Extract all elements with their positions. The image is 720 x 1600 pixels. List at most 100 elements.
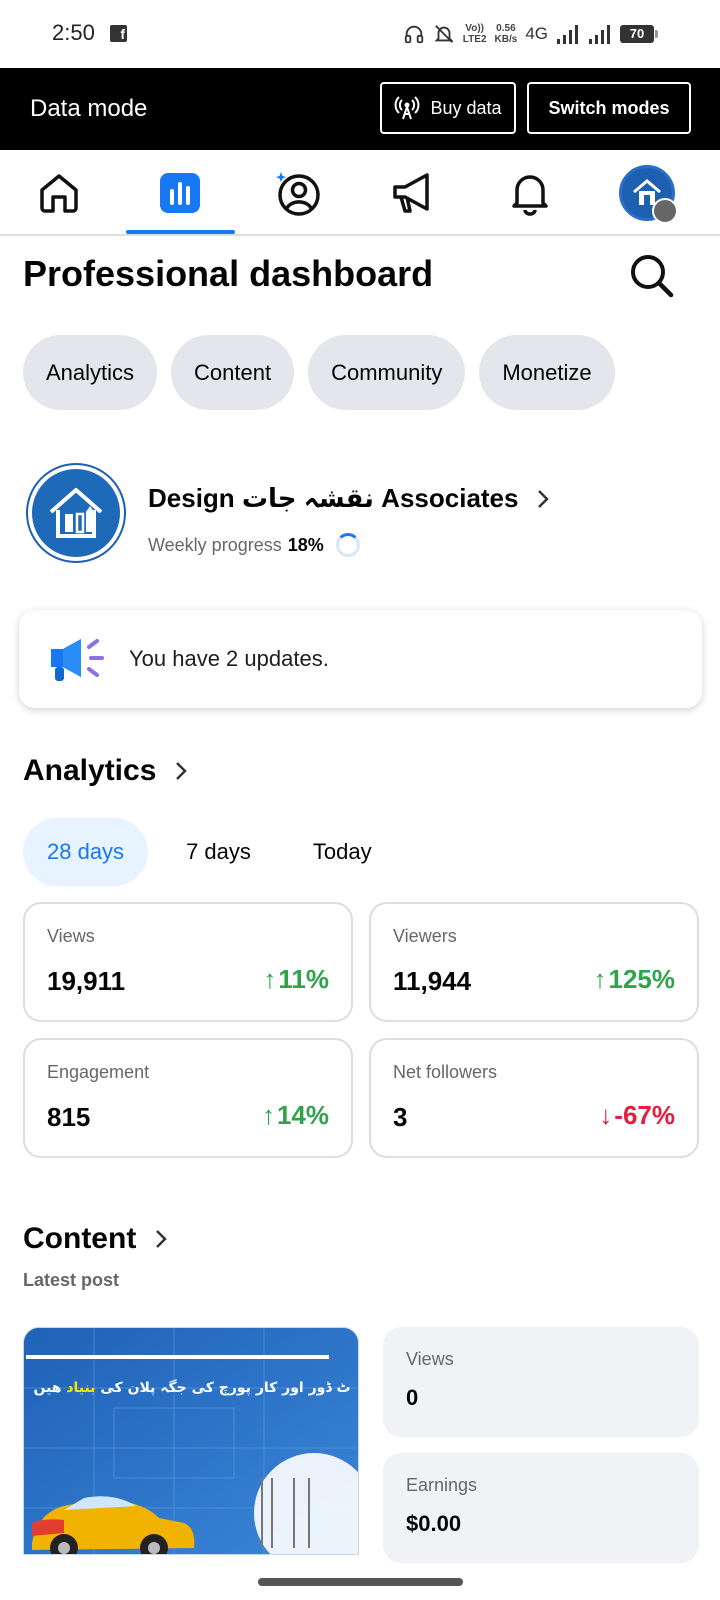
volte-bottom: LTE2 <box>462 34 487 45</box>
status-icons: Vo)) LTE2 0.56 KB/s 4G 70 <box>403 18 658 50</box>
antenna-icon <box>395 96 420 120</box>
arrow-up-icon: ↑ <box>593 964 607 994</box>
search-icon <box>631 255 674 298</box>
weekly-progress: Weekly progress 18% <box>148 533 360 557</box>
stat-value: 11,944 <box>393 966 472 996</box>
stat-change: ↑ 11% <box>263 964 329 995</box>
chevron-right-icon <box>176 762 188 780</box>
post-earnings-value: $0.00 <box>406 1511 462 1536</box>
stat-change-value: 11% <box>278 964 329 994</box>
stat-card-views[interactable]: Views 19,911 ↑ 11% <box>23 902 353 1022</box>
chip-community[interactable]: Community <box>308 335 466 410</box>
analytics-title: Analytics <box>23 754 157 787</box>
profile-sparkle-icon <box>276 172 320 216</box>
stat-value: 815 <box>47 1102 91 1132</box>
volte-top: Vo)) <box>465 23 484 34</box>
profile-logo[interactable] <box>26 463 126 563</box>
content-title: Content <box>23 1222 137 1255</box>
page-title: Professional dashboard <box>23 253 434 294</box>
chip-content[interactable]: Content <box>171 335 295 410</box>
switch-modes-button[interactable]: Switch modes <box>527 82 691 134</box>
tab-7-days[interactable]: 7 days <box>162 818 275 886</box>
home-icon <box>40 174 78 213</box>
house-logo-icon <box>49 488 103 538</box>
stat-change-value: -67% <box>614 1100 675 1130</box>
analytics-range-tabs: 28 days 7 days Today <box>23 818 410 886</box>
analytics-section-link[interactable]: Analytics <box>23 754 188 788</box>
chevron-right-icon <box>538 489 550 508</box>
gesture-home-bar[interactable] <box>258 1578 463 1586</box>
post-views-card: Views 0 <box>383 1327 699 1437</box>
stat-change-value: 14% <box>276 1100 329 1130</box>
updates-text: You have 2 updates. <box>129 646 329 671</box>
active-tab-indicator <box>126 230 235 234</box>
chip-analytics[interactable]: Analytics <box>23 335 158 410</box>
megaphone-icon <box>393 173 429 213</box>
speed-value: 0.56 <box>496 23 516 34</box>
arrow-down-icon: ↓ <box>599 1100 613 1130</box>
tab-today[interactable]: Today <box>289 818 396 886</box>
announcement-icon <box>51 639 104 681</box>
tab-28-days[interactable]: 28 days <box>23 818 149 886</box>
status-time: 2:50 <box>52 20 95 45</box>
stat-value: 19,911 <box>47 966 126 996</box>
search-button[interactable] <box>628 252 676 300</box>
switch-modes-label: Switch modes <box>548 97 670 118</box>
stat-label: Viewers <box>393 926 457 946</box>
stat-label: Views <box>47 926 95 946</box>
stat-card-engagement[interactable]: Engagement 815 ↑ 14% <box>23 1038 353 1158</box>
signal-icon <box>557 25 578 44</box>
facebook-notification-icon: f <box>110 25 127 42</box>
stat-change: ↓ -67% <box>599 1100 675 1131</box>
status-bar: 2:50 f Vo)) LTE2 0.56 KB/s 4G 70 <box>0 0 720 68</box>
top-nav <box>0 150 720 236</box>
buy-data-button[interactable]: Buy data <box>380 82 516 134</box>
post-thumbnail-image <box>24 1328 358 1554</box>
arrow-up-icon: ↑ <box>261 1100 275 1130</box>
post-views-label: Views <box>406 1349 454 1369</box>
section-chips: Analytics Content Community Monetize <box>23 335 615 410</box>
chip-monetize[interactable]: Monetize <box>479 335 615 410</box>
nav-dashboard[interactable] <box>125 150 235 236</box>
profile-logo-circle <box>32 469 120 557</box>
nav-home[interactable] <box>4 150 114 236</box>
post-thumbnail-caption: ٹ ڈور اور کار پورچ کی جگہ پلان کی بنیاد … <box>24 1380 358 1396</box>
arrow-up-icon: ↑ <box>263 964 277 994</box>
stat-card-net-followers[interactable]: Net followers 3 ↓ -67% <box>369 1038 699 1158</box>
nav-notifications[interactable] <box>475 150 585 236</box>
progress-ring-icon <box>335 533 360 557</box>
speed-unit: KB/s <box>494 34 518 45</box>
network-speed: 0.56 KB/s <box>495 23 518 45</box>
buy-data-label: Buy data <box>430 97 502 118</box>
latest-post-thumbnail[interactable]: ٹ ڈور اور کار پورچ کی جگہ پلان کی بنیاد … <box>23 1327 359 1555</box>
stat-change: ↑ 14% <box>262 1100 329 1131</box>
data-mode-bar: Data mode Buy data Switch modes <box>0 68 720 150</box>
weekly-progress-value: 18% <box>287 534 324 555</box>
latest-post-label: Latest post <box>23 1270 120 1290</box>
stat-change-value: 125% <box>608 964 676 994</box>
avatar <box>619 165 678 224</box>
signal-icon-2 <box>589 25 610 44</box>
menu-badge-icon <box>652 198 678 224</box>
post-earnings-card: Earnings $0.00 <box>383 1453 699 1563</box>
nav-profile[interactable] <box>242 150 352 236</box>
data-mode-title: Data mode <box>30 95 148 122</box>
dashboard-icon <box>160 173 200 213</box>
chevron-right-icon <box>156 1230 168 1248</box>
stat-value: 3 <box>393 1102 408 1132</box>
bell-icon <box>512 175 548 216</box>
stat-card-viewers[interactable]: Viewers 11,944 ↑ 125% <box>369 902 699 1022</box>
profile-name: Design نقشہ جات Associates <box>148 483 519 513</box>
nav-megaphone[interactable] <box>358 150 468 236</box>
headphones-icon <box>404 25 423 44</box>
nav-menu-avatar[interactable] <box>592 150 702 236</box>
stat-change: ↑ 125% <box>594 964 676 995</box>
weekly-progress-label: Weekly progress <box>148 534 282 555</box>
mute-bell-icon <box>434 25 454 43</box>
volte-indicator: Vo)) LTE2 <box>463 23 487 45</box>
content-section-link[interactable]: Content <box>23 1222 168 1256</box>
updates-card[interactable]: You have 2 updates. <box>19 610 702 708</box>
caption-white: ٹ ڈور اور کار پورچ کی جگہ پلان کی <box>95 1380 351 1396</box>
battery-icon: 70 <box>620 25 658 43</box>
profile-name-link[interactable]: Design نقشہ جات Associates <box>148 483 550 514</box>
